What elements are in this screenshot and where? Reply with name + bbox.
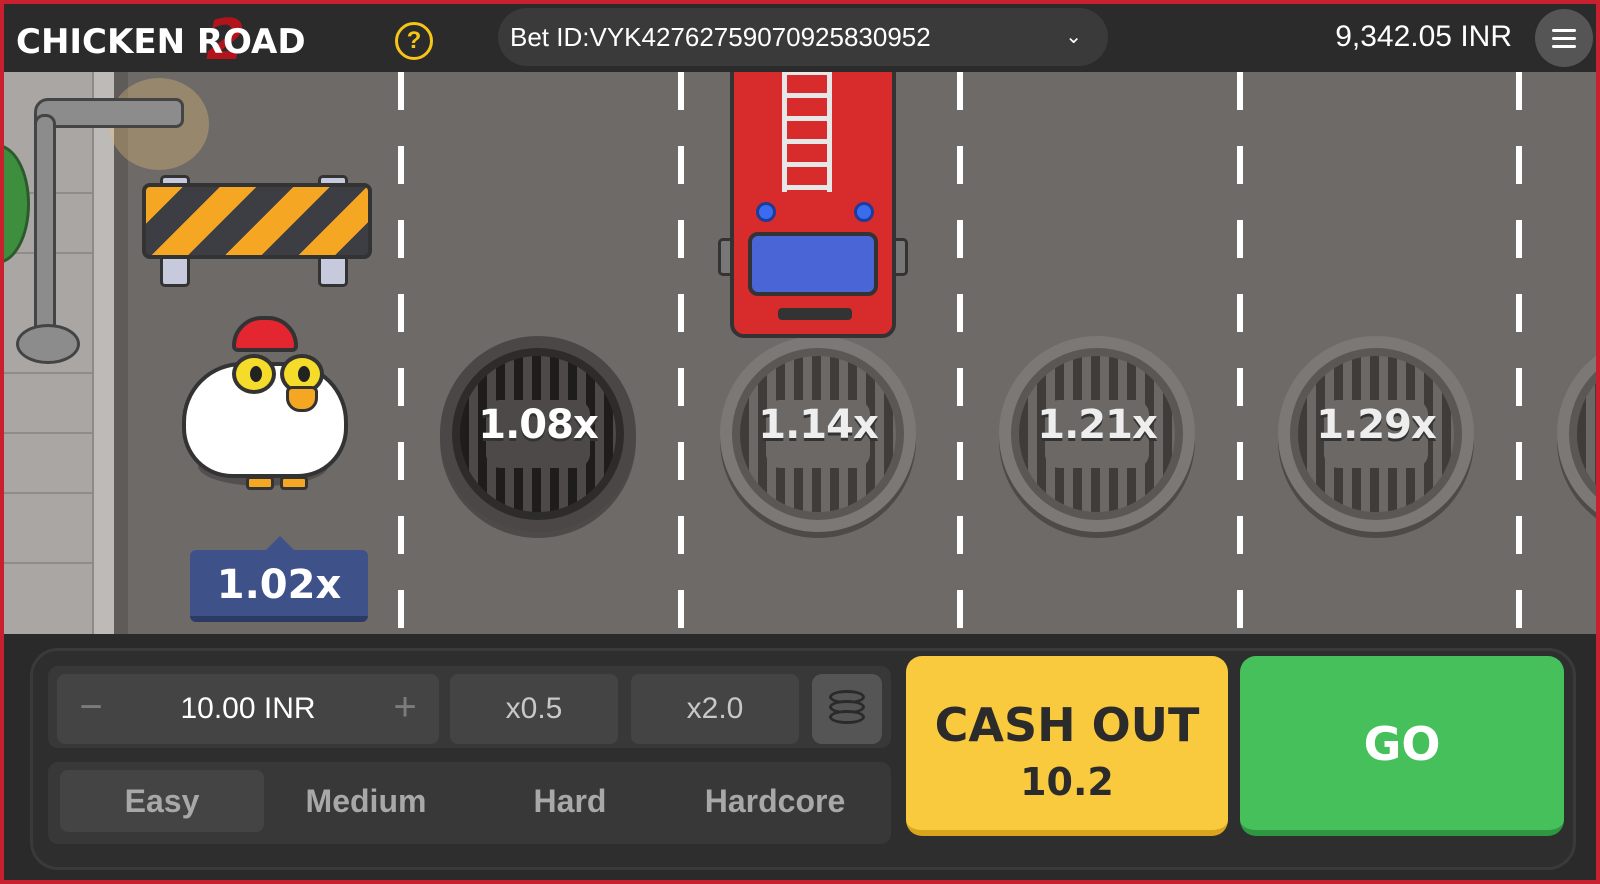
lane-divider (678, 72, 684, 634)
hamburger-icon (1552, 29, 1576, 32)
fire-truck (718, 72, 908, 344)
balance-display: 9,342.05 INR (1335, 20, 1512, 53)
lane-manhole-partial (1557, 336, 1596, 532)
lane-divider (1237, 72, 1243, 634)
chicken-player (176, 316, 356, 506)
increase-stake-button[interactable]: + (375, 674, 435, 744)
difficulty-easy[interactable]: Easy (60, 770, 264, 832)
cash-out-value: 10.2 (1020, 760, 1114, 804)
lane-multiplier: 1.21x (1037, 402, 1158, 448)
current-multiplier: 1.02x (190, 550, 368, 622)
game-frame: 2 CHICKEN ROAD ? Bet ID:VYK4276275907092… (0, 0, 1600, 884)
road-barrier (142, 175, 372, 287)
help-button[interactable]: ? (395, 22, 433, 60)
lane-divider (398, 72, 404, 634)
top-bar: 2 CHICKEN ROAD ? Bet ID:VYK4276275907092… (4, 4, 1596, 73)
menu-button[interactable] (1535, 9, 1593, 67)
difficulty-selector: Easy Medium Hard Hardcore (48, 762, 891, 844)
stake-amount-input[interactable]: 10.00 INR (117, 674, 379, 744)
difficulty-hardcore[interactable]: Hardcore (672, 770, 878, 832)
lane-multiplier: 1.14x (758, 402, 879, 448)
lane-manhole[interactable]: 1.14x (720, 336, 916, 532)
stake-stepper: − 10.00 INR + (57, 674, 439, 744)
game-logo: 2 CHICKEN ROAD (16, 8, 376, 73)
difficulty-medium[interactable]: Medium (264, 770, 468, 832)
current-multiplier-badge: 1.02x (190, 536, 368, 622)
lane-manhole[interactable]: 1.21x (999, 336, 1195, 532)
bet-id-label: Bet ID: (510, 22, 590, 52)
cash-out-button[interactable]: CASH OUT 10.2 (906, 656, 1228, 836)
control-panel: − 10.00 INR + x0.5 x2.0 Easy Medium Hard… (4, 634, 1596, 880)
bet-id-value: VYK42762759070925830952 (589, 22, 931, 52)
lane-divider (957, 72, 963, 634)
lane-multiplier: 1.08x (478, 402, 599, 448)
lane-manhole[interactable]: 1.29x (1278, 336, 1474, 532)
difficulty-hard[interactable]: Hard (468, 770, 672, 832)
bet-id-selector[interactable]: Bet ID:VYK42762759070925830952 ⌄ (498, 8, 1108, 66)
half-stake-button[interactable]: x0.5 (450, 674, 618, 744)
logo-text: CHICKEN ROAD (16, 22, 306, 62)
lane-divider (1516, 72, 1522, 634)
go-button[interactable]: GO (1240, 656, 1564, 836)
chevron-down-icon: ⌄ (1065, 26, 1082, 48)
cash-out-label: CASH OUT (934, 698, 1200, 752)
curb (92, 72, 114, 634)
lane-manhole[interactable]: 1.08x (440, 336, 636, 532)
coins-stack-button[interactable] (812, 674, 882, 744)
game-board: 1.08x 1.14x 1.21x 1.29x 1.02x (4, 72, 1596, 634)
street-lamp (34, 114, 56, 354)
double-stake-button[interactable]: x2.0 (631, 674, 799, 744)
lane-multiplier: 1.29x (1316, 402, 1437, 448)
decrease-stake-button[interactable]: − (61, 674, 121, 744)
